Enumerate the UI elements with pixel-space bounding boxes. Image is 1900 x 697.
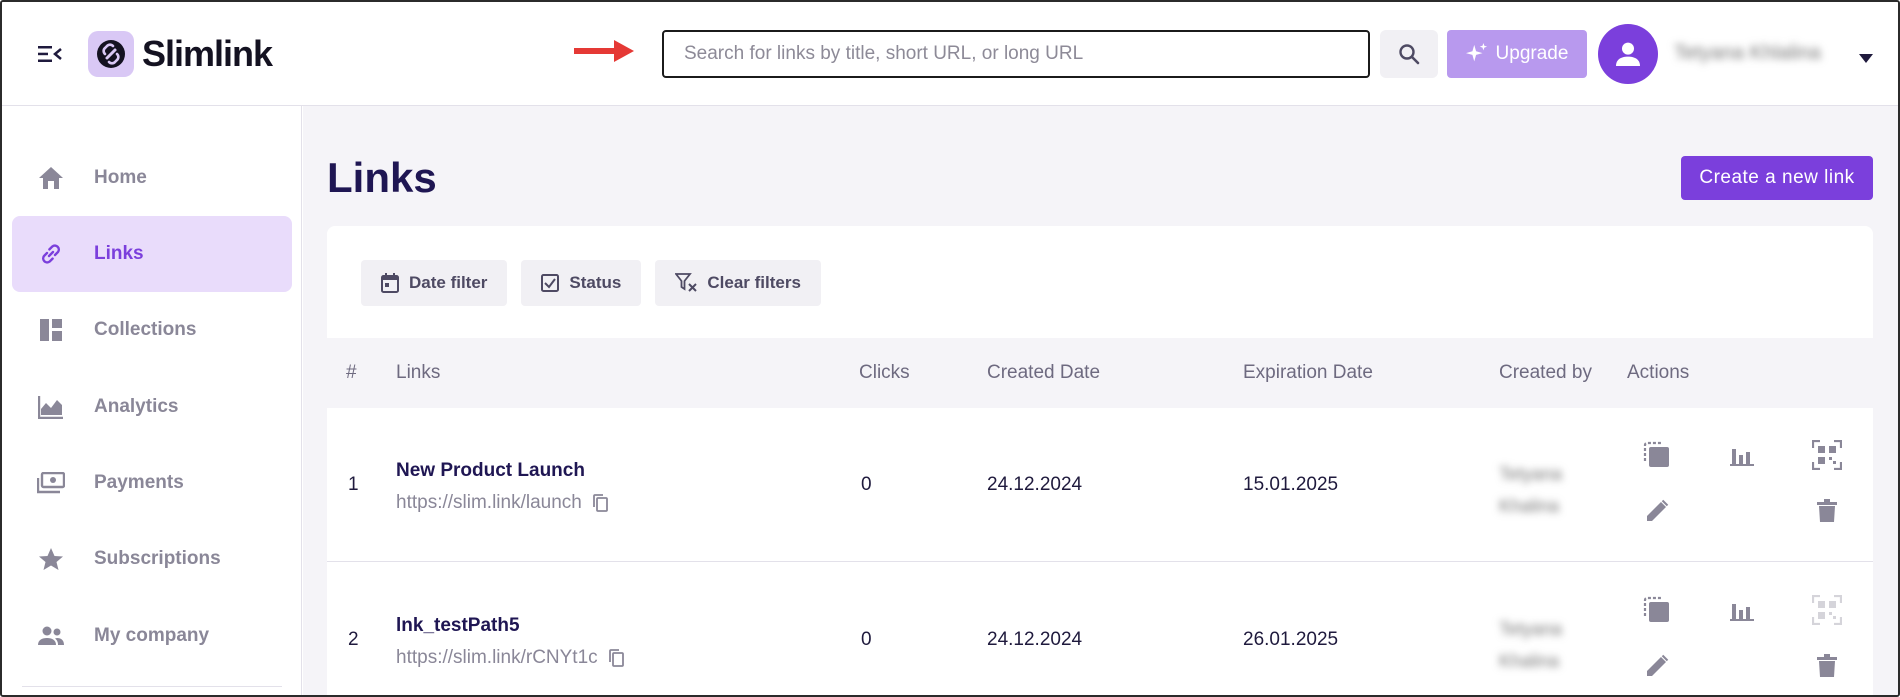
sidebar: Home Links Collections Analytics Payment…	[2, 106, 302, 695]
sidebar-item-label: My company	[94, 625, 210, 646]
clicks-count: 0	[861, 629, 872, 650]
sidebar-item-label: Collections	[94, 319, 197, 340]
search-button[interactable]	[1380, 30, 1438, 78]
sidebar-item-my-company[interactable]: My company	[12, 598, 292, 674]
collapse-menu-icon[interactable]	[34, 38, 66, 70]
column-header-links: Links	[396, 362, 441, 383]
qr-code-icon[interactable]	[1810, 438, 1844, 472]
sidebar-item-payments[interactable]: Payments	[12, 445, 292, 521]
people-icon	[36, 621, 66, 651]
link-icon	[36, 239, 66, 269]
row-number: 2	[348, 629, 359, 650]
create-new-link-button[interactable]: Create a new link	[1681, 156, 1873, 200]
table-row[interactable]: 1 New Product Launch https://slim.link/l…	[327, 408, 1873, 562]
sidebar-item-label: Subscriptions	[94, 548, 221, 569]
app-window: Slimlink Upgrade	[0, 0, 1900, 697]
short-url: https://slim.link/launch	[396, 492, 608, 514]
brand-name: Slimlink	[142, 33, 273, 74]
column-header-number: #	[346, 362, 357, 383]
date-filter-label: Date filter	[409, 273, 488, 292]
short-url-text[interactable]: https://slim.link/rCNYt1c	[396, 647, 598, 669]
column-header-expiration-date: Expiration Date	[1243, 362, 1373, 383]
person-icon	[1616, 42, 1640, 66]
sidebar-divider	[22, 686, 282, 687]
main-content: Links Create a new link Date filter Stat…	[303, 106, 1898, 695]
sidebar-item-links[interactable]: Links	[12, 216, 292, 292]
creator-first-name: Tetyana	[1499, 464, 1563, 484]
copy-icon[interactable]	[608, 649, 624, 667]
created-by: Tetyana Khalina	[1499, 613, 1562, 677]
bar-chart-icon[interactable]	[1725, 593, 1759, 627]
table-row[interactable]: 2 lnk_testPath5 https://slim.link/rCNYt1…	[327, 563, 1873, 695]
created-date: 24.12.2024	[987, 629, 1083, 650]
short-url: https://slim.link/rCNYt1c	[396, 647, 624, 669]
expiration-date: 15.01.2025	[1243, 474, 1339, 495]
sidebar-item-home[interactable]: Home	[12, 140, 292, 216]
page-title: Links	[327, 154, 437, 201]
delete-icon[interactable]	[1810, 649, 1844, 683]
creator-last-name: Khalina	[1499, 496, 1560, 516]
expiration-date: 26.01.2025	[1243, 629, 1339, 650]
date-filter-button[interactable]: Date filter	[361, 260, 508, 306]
links-card: Date filter Status Clear filters # Links…	[327, 226, 1873, 695]
creator-first-name: Tetyana	[1499, 619, 1563, 639]
top-header: Slimlink Upgrade	[2, 2, 1898, 106]
chevron-down-icon[interactable]	[1859, 50, 1873, 68]
bar-chart-icon[interactable]	[1725, 438, 1759, 472]
red-arrow-icon	[574, 40, 634, 67]
star-icon	[36, 544, 66, 574]
column-header-created-date: Created Date	[987, 362, 1101, 383]
duplicate-icon[interactable]	[1640, 593, 1674, 627]
upgrade-label: Upgrade	[1495, 43, 1569, 64]
copy-icon[interactable]	[592, 494, 608, 512]
sidebar-item-label: Analytics	[94, 396, 179, 417]
status-filter-button[interactable]: Status	[521, 260, 642, 306]
sidebar-item-collections[interactable]: Collections	[12, 292, 292, 368]
slimlink-logo[interactable]: Slimlink	[88, 31, 273, 77]
created-date: 24.12.2024	[987, 474, 1083, 495]
search-icon	[1399, 44, 1420, 65]
short-url-text[interactable]: https://slim.link/launch	[396, 492, 582, 514]
clear-filters-button[interactable]: Clear filters	[655, 260, 821, 306]
dashboard-icon	[36, 315, 66, 345]
sidebar-item-analytics[interactable]: Analytics	[12, 369, 292, 445]
row-number: 1	[348, 474, 359, 495]
analytics-icon	[36, 392, 66, 422]
sidebar-item-label: Links	[94, 243, 144, 264]
column-header-actions: Actions	[1627, 362, 1690, 383]
creator-last-name: Khalina	[1499, 651, 1560, 671]
sidebar-item-label: Home	[94, 167, 147, 188]
clicks-count: 0	[861, 474, 872, 495]
filter-clear-icon	[675, 273, 698, 292]
search-input[interactable]	[662, 30, 1370, 78]
duplicate-icon[interactable]	[1640, 438, 1674, 472]
payments-icon	[36, 468, 66, 498]
user-name[interactable]: Tetyana Khlalina	[1674, 42, 1821, 65]
sidebar-item-subscriptions[interactable]: Subscriptions	[12, 521, 292, 597]
status-filter-label: Status	[569, 273, 622, 292]
created-by: Tetyana Khalina	[1499, 458, 1562, 522]
column-header-created-by: Created by	[1499, 362, 1592, 383]
avatar[interactable]	[1598, 24, 1658, 84]
edit-icon[interactable]	[1640, 494, 1674, 528]
sparkle-icon	[1465, 43, 1487, 62]
checkbox-icon	[541, 274, 560, 292]
sidebar-item-label: Payments	[94, 472, 184, 493]
table-header: # Links Clicks Created Date Expiration D…	[327, 338, 1873, 408]
calendar-icon	[381, 273, 399, 293]
clear-filters-label: Clear filters	[707, 273, 801, 292]
link-title[interactable]: New Product Launch	[396, 460, 585, 482]
link-title[interactable]: lnk_testPath5	[396, 615, 520, 637]
logo-icon	[88, 31, 134, 77]
filter-bar: Date filter Status Clear filters	[361, 260, 821, 306]
qr-code-icon	[1810, 593, 1844, 627]
delete-icon[interactable]	[1810, 494, 1844, 528]
upgrade-button[interactable]: Upgrade	[1447, 30, 1587, 78]
edit-icon[interactable]	[1640, 649, 1674, 683]
home-icon	[36, 163, 66, 193]
column-header-clicks: Clicks	[859, 362, 910, 383]
